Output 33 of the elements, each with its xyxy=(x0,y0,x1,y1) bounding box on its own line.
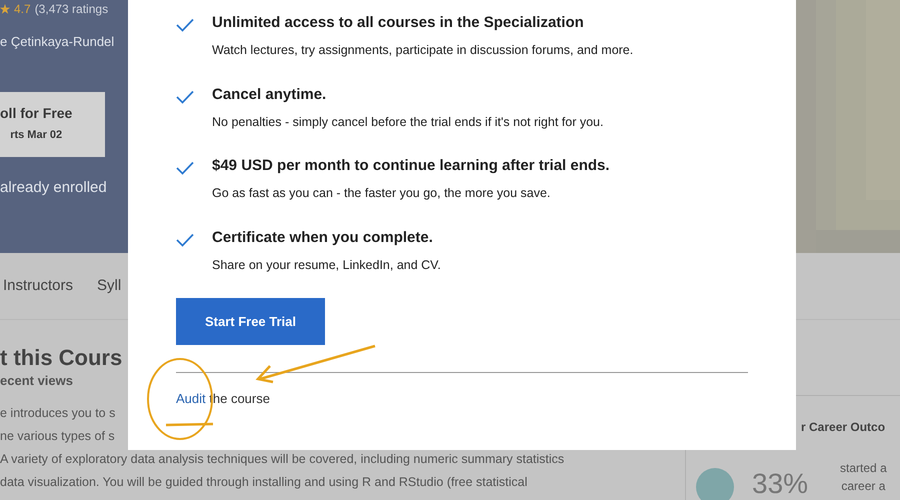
instructor-name: e Çetinkaya-Rundel xyxy=(0,33,114,51)
check-icon xyxy=(176,161,194,175)
check-icon xyxy=(176,90,194,104)
check-icon xyxy=(176,232,194,246)
benefit-description: No penalties - simply cancel before the trial ends if it's not right for you. xyxy=(212,114,604,131)
ratings-count: (3,473 ratings xyxy=(34,1,108,18)
benefit-title: Certificate when you complete. xyxy=(212,228,434,248)
career-icon xyxy=(696,468,734,500)
enrolled-note: already enrolled xyxy=(0,178,107,198)
description-line: ne various types of s xyxy=(0,428,116,445)
rating: 4.7 xyxy=(14,1,31,18)
recent-views: ecent views xyxy=(0,372,73,390)
description-line: e introduces you to s xyxy=(0,405,116,422)
description-line: data visualization. You will be guided through installing and using R and RStudio (free statistical xyxy=(0,474,528,491)
description-line: A variety of exploratory data analysis techniques will be covered, including numeric summary statistics xyxy=(0,451,564,468)
career-text: started a xyxy=(840,460,887,477)
section-heading: t this Cours xyxy=(0,344,122,372)
benefit-description: Go as fast as you can - the faster you go, the more you save. xyxy=(212,185,552,202)
benefit-title: $49 USD per month to continue learning after trial ends. xyxy=(212,156,610,176)
star-icon xyxy=(0,4,10,14)
audit-link[interactable]: Audit xyxy=(176,391,206,406)
benefit-title: Unlimited access to all courses in the Specialization xyxy=(212,13,585,33)
career-text: career a xyxy=(841,478,886,495)
tab[interactable]: Syll xyxy=(97,274,122,298)
start-trial-button[interactable]: Start Free Trial xyxy=(176,298,325,345)
benefit-description: Watch lectures, try assignments, participate in discussion forums, and more. xyxy=(212,42,634,59)
tab[interactable]: Instructors xyxy=(3,274,74,298)
career-title: r Career Outco xyxy=(801,419,886,436)
career-percent: 33% xyxy=(752,467,808,500)
benefit-title: Cancel anytime. xyxy=(212,84,328,104)
enroll-button[interactable]: oll for Free rts Mar 02 xyxy=(0,92,105,156)
check-icon xyxy=(176,18,194,32)
benefit-description: Share on your resume, LinkedIn, and CV. xyxy=(212,256,441,274)
